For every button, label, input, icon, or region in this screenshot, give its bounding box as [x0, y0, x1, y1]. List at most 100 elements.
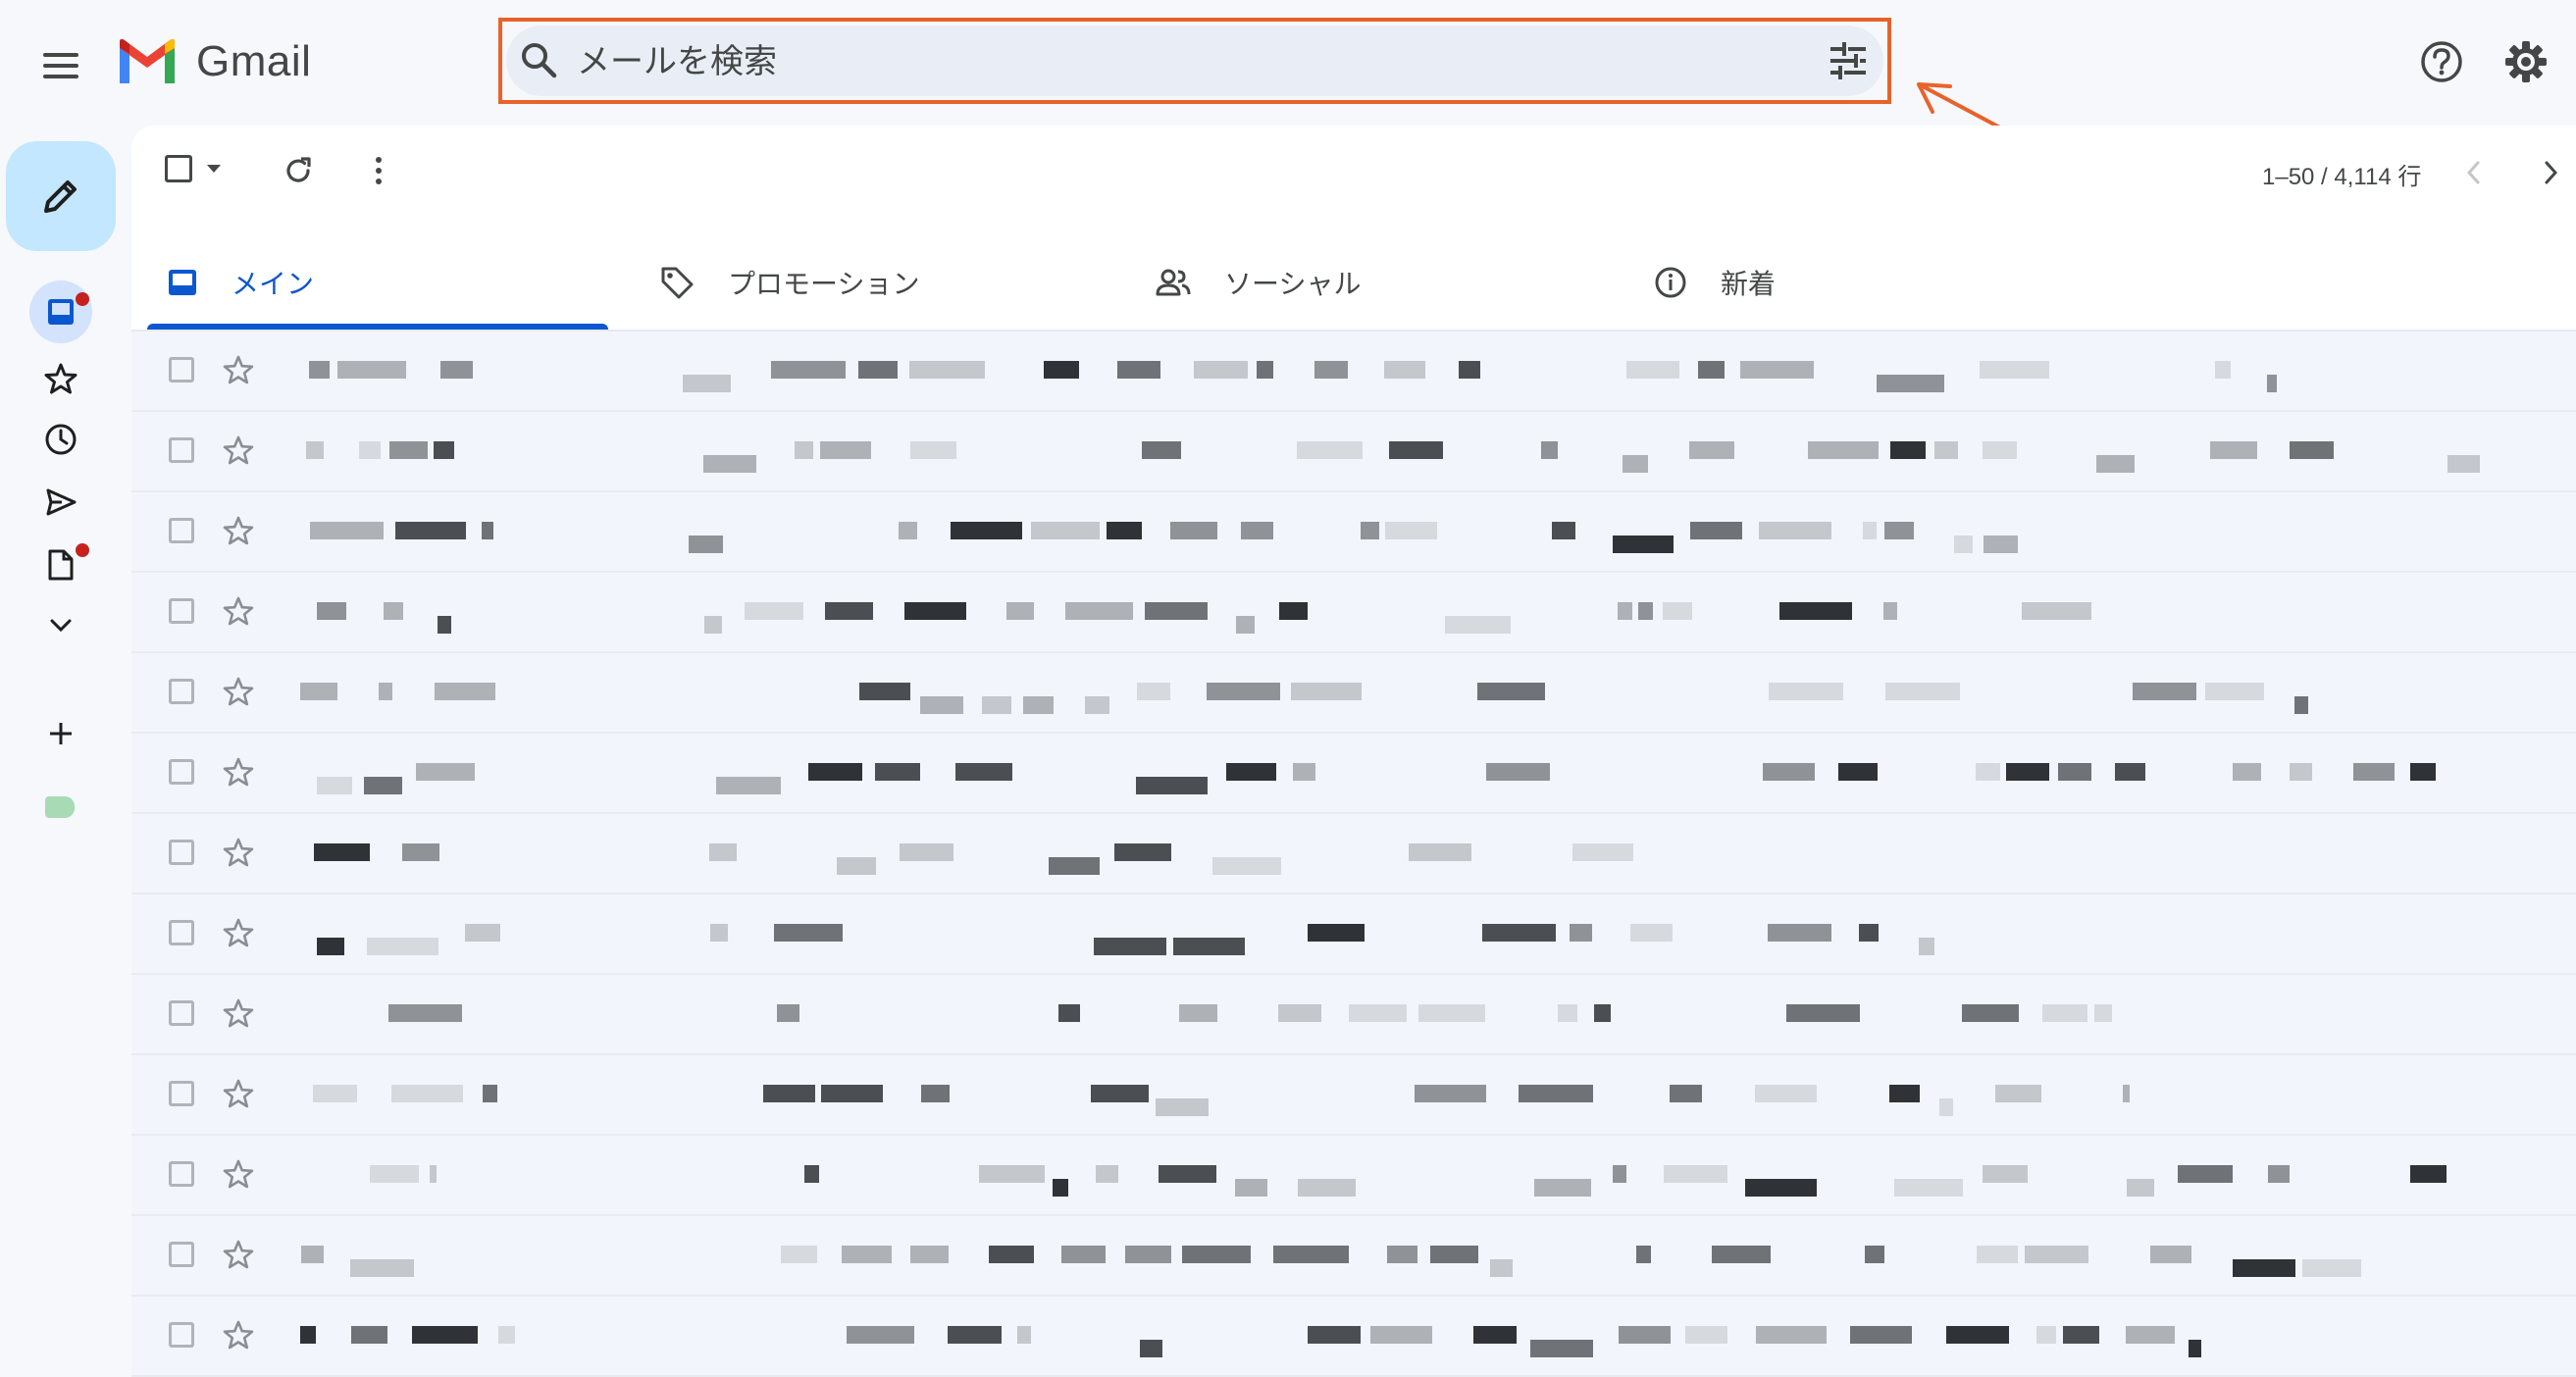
star-icon[interactable] — [222, 916, 255, 949]
email-subject-snippet — [671, 1165, 2515, 1197]
email-row[interactable] — [131, 734, 2576, 814]
row-checkbox[interactable] — [169, 759, 194, 785]
blurred-text-block — [1486, 763, 1550, 781]
email-row[interactable] — [131, 1055, 2576, 1136]
email-row[interactable] — [131, 1216, 2576, 1297]
chevron-right-icon[interactable] — [2541, 159, 2560, 186]
email-row[interactable] — [131, 653, 2576, 734]
blurred-text-block — [317, 777, 352, 794]
sidebar-item-more[interactable] — [29, 594, 92, 657]
sidebar-item-drafts[interactable] — [29, 534, 92, 596]
gear-icon[interactable] — [2503, 39, 2549, 84]
select-all-checkbox[interactable] — [165, 155, 192, 182]
email-row[interactable] — [131, 412, 2576, 492]
row-checkbox[interactable] — [169, 840, 194, 865]
row-checkbox[interactable] — [169, 1322, 194, 1348]
blurred-text-block — [1685, 1326, 1727, 1344]
sidebar-item-starred[interactable] — [29, 347, 92, 410]
blurred-text-block — [1236, 616, 1255, 634]
blurred-text-block — [1314, 361, 1348, 379]
tab-main[interactable]: メイン — [167, 233, 314, 332]
blurred-text-block — [704, 616, 722, 634]
blurred-text-block — [395, 522, 466, 539]
email-row[interactable] — [131, 894, 2576, 975]
email-row[interactable] — [131, 1297, 2576, 1377]
gmail-logo[interactable]: Gmail — [116, 37, 311, 86]
blurred-text-block — [804, 1165, 819, 1183]
star-icon[interactable] — [222, 1318, 255, 1352]
blurred-text-block — [910, 441, 956, 459]
email-row[interactable] — [131, 573, 2576, 653]
row-checkbox[interactable] — [169, 598, 194, 624]
blurred-text-block — [821, 1085, 883, 1102]
blurred-text-block — [1490, 1259, 1513, 1277]
search-icon[interactable] — [518, 39, 561, 82]
help-icon[interactable] — [2419, 39, 2464, 84]
sidebar-item-inbox[interactable] — [29, 280, 92, 343]
row-checkbox[interactable] — [169, 679, 194, 704]
sidebar-item-snoozed[interactable] — [29, 408, 92, 471]
blurred-text-block — [2178, 1165, 2233, 1183]
chevron-left-icon[interactable] — [2464, 159, 2484, 186]
star-icon[interactable] — [222, 514, 255, 547]
blurred-text-block — [1241, 522, 1273, 539]
star-icon[interactable] — [222, 1157, 255, 1191]
star-icon[interactable] — [222, 675, 255, 708]
email-sender — [283, 763, 655, 794]
blurred-text-block — [2133, 683, 2196, 700]
blurred-text-block — [1136, 777, 1208, 794]
blurred-text-block — [909, 361, 985, 379]
more-vert-icon[interactable] — [371, 155, 386, 186]
blurred-text-block — [899, 522, 917, 539]
row-checkbox[interactable] — [169, 1000, 194, 1026]
tab-promotions[interactable]: プロモーション — [659, 233, 919, 332]
email-row[interactable] — [131, 492, 2576, 573]
blurred-text-block — [710, 924, 728, 942]
blurred-text-block — [359, 441, 381, 459]
star-icon[interactable] — [222, 755, 255, 789]
label-icon[interactable] — [45, 796, 75, 818]
blurred-text-block — [1618, 602, 1632, 620]
blurred-text-block — [1194, 361, 1248, 379]
row-checkbox[interactable] — [169, 1242, 194, 1267]
blurred-text-block — [482, 522, 493, 539]
star-icon[interactable] — [222, 1077, 255, 1110]
star-icon[interactable] — [222, 353, 255, 386]
row-checkbox[interactable] — [169, 357, 194, 382]
row-checkbox[interactable] — [169, 920, 194, 945]
star-icon[interactable] — [222, 434, 255, 467]
tab-updates[interactable]: 新着 — [1654, 233, 1776, 332]
compose-button[interactable] — [6, 141, 116, 251]
row-checkbox[interactable] — [169, 518, 194, 543]
row-checkbox[interactable] — [169, 1161, 194, 1187]
email-row[interactable] — [131, 814, 2576, 894]
refresh-icon[interactable] — [283, 155, 314, 186]
hamburger-menu-icon[interactable] — [34, 39, 87, 92]
email-row[interactable] — [131, 1136, 2576, 1216]
email-row[interactable] — [131, 975, 2576, 1055]
select-all-control[interactable] — [165, 155, 222, 182]
star-icon[interactable] — [222, 594, 255, 628]
caret-down-icon[interactable] — [206, 164, 222, 174]
blurred-text-block — [1006, 602, 1034, 620]
tab-social[interactable]: ソーシャル — [1156, 233, 1361, 332]
blurred-text-block — [306, 441, 324, 459]
tune-icon[interactable] — [1827, 39, 1870, 82]
row-checkbox[interactable] — [169, 1081, 194, 1106]
email-row[interactable] — [131, 332, 2576, 412]
tab-label: ソーシャル — [1224, 269, 1362, 299]
blurred-text-block — [1759, 522, 1831, 539]
star-icon[interactable] — [222, 836, 255, 869]
sidebar-item-sent[interactable] — [29, 471, 92, 534]
pagination-range: 1–50 / 4,114 行 — [2262, 164, 2422, 190]
star-icon[interactable] — [222, 1238, 255, 1271]
row-checkbox[interactable] — [169, 437, 194, 463]
blurred-text-block — [1170, 522, 1217, 539]
blurred-text-block — [483, 1085, 497, 1102]
email-subject-snippet — [671, 441, 2515, 473]
blurred-text-block — [1207, 683, 1280, 700]
create-label-button[interactable] — [29, 702, 92, 765]
blurred-text-block — [2006, 763, 2049, 781]
search-input[interactable] — [575, 29, 1756, 94]
star-icon[interactable] — [222, 996, 255, 1030]
